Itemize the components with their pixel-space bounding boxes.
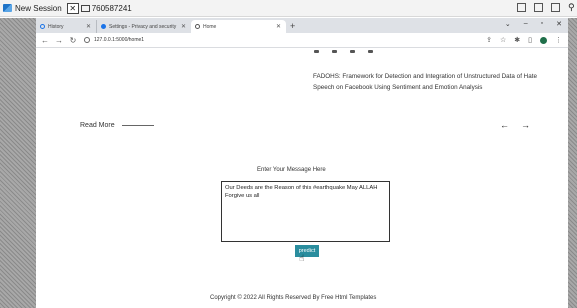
sidebar-icon[interactable]: ▯ <box>528 36 532 44</box>
session-close-button[interactable]: ✕ <box>66 2 79 14</box>
left-margin <box>0 18 36 308</box>
copy-icon[interactable] <box>534 3 543 12</box>
arrow-right-icon[interactable]: → <box>521 120 530 130</box>
footer-copyright: Copyright © 2022 All Rights Reserved By … <box>210 295 377 301</box>
share-icon[interactable]: ⇪ <box>486 36 492 44</box>
history-icon <box>40 24 45 29</box>
message-textarea[interactable]: Our Deeds are the Reason of this #earthq… <box>221 181 390 242</box>
read-more-link[interactable]: Read More <box>80 122 154 129</box>
arrow-left-icon[interactable]: ← <box>500 120 509 130</box>
close-icon[interactable]: ✕ <box>556 20 562 28</box>
gear-icon <box>101 24 106 29</box>
close-icon[interactable]: ✕ <box>86 23 91 30</box>
session-id: 760587241 <box>91 3 132 13</box>
reload-icon[interactable]: ↻ <box>68 36 78 45</box>
read-more-label: Read More <box>80 122 115 129</box>
forward-icon[interactable]: → <box>54 36 64 45</box>
tab-label: Home <box>203 23 217 30</box>
article-description: FADOHS: Framework for Detection and Inte… <box>313 73 537 91</box>
carousel-dot[interactable] <box>368 50 373 53</box>
more-menu-icon[interactable]: ⋮ <box>555 36 562 44</box>
chevron-down-icon[interactable]: ⌄ <box>505 20 511 28</box>
close-icon[interactable]: ✕ <box>276 23 281 30</box>
session-logo-icon <box>3 4 12 12</box>
url-field[interactable]: 127.0.0.1:5000/home1 <box>84 37 144 43</box>
carousel-dot[interactable] <box>350 50 355 53</box>
menu-icon[interactable] <box>551 3 560 12</box>
globe-icon <box>195 24 200 29</box>
carousel-dot[interactable] <box>314 50 319 53</box>
carousel-dot[interactable] <box>332 50 337 53</box>
remote-session-bar: New Session ✕ 760587241 ⚲ <box>0 0 577 17</box>
tab-label: Settings - Privacy and security <box>109 23 177 30</box>
tab-settings[interactable]: Settings - Privacy and security ✕ <box>96 20 191 33</box>
new-tab-button[interactable]: + <box>290 21 295 31</box>
pin-icon[interactable]: ⚲ <box>568 3 575 12</box>
tab-label: History <box>48 23 64 30</box>
tab-history[interactable]: History ✕ <box>36 20 96 33</box>
carousel-indicators <box>314 50 373 53</box>
close-icon[interactable]: ✕ <box>181 23 186 30</box>
hand-cursor-icon: ☝ <box>299 253 305 263</box>
star-icon[interactable]: ☆ <box>500 36 506 44</box>
site-info-icon[interactable] <box>84 37 90 43</box>
minimize-icon[interactable]: – <box>524 20 528 28</box>
tab-home[interactable]: Home ✕ <box>191 20 286 33</box>
read-more-line <box>121 125 154 126</box>
maximize-icon[interactable]: ▫ <box>541 20 543 28</box>
address-bar: ← → ↻ 127.0.0.1:5000/home1 ⇪ ☆ ✱ ▯ ⋮ <box>36 33 568 48</box>
session-title: New Session <box>15 3 62 13</box>
message-label: Enter Your Message Here <box>257 167 326 173</box>
right-margin <box>568 18 577 308</box>
monitor-icon <box>80 4 90 12</box>
profile-avatar[interactable] <box>540 36 547 44</box>
screen-icon[interactable] <box>517 3 526 12</box>
window-controls: ⌄ – ▫ ✕ <box>505 20 562 28</box>
url-text: 127.0.0.1:5000/home1 <box>94 37 145 43</box>
tab-strip: History ✕ Settings - Privacy and securit… <box>36 18 568 33</box>
toolbar-actions: ⇪ ☆ ✱ ▯ ⋮ <box>486 36 562 44</box>
page-content: FADOHS: Framework for Detection and Inte… <box>36 48 568 308</box>
session-controls: ⚲ <box>517 3 575 12</box>
back-icon[interactable]: ← <box>40 36 50 45</box>
extensions-icon[interactable]: ✱ <box>514 36 520 44</box>
